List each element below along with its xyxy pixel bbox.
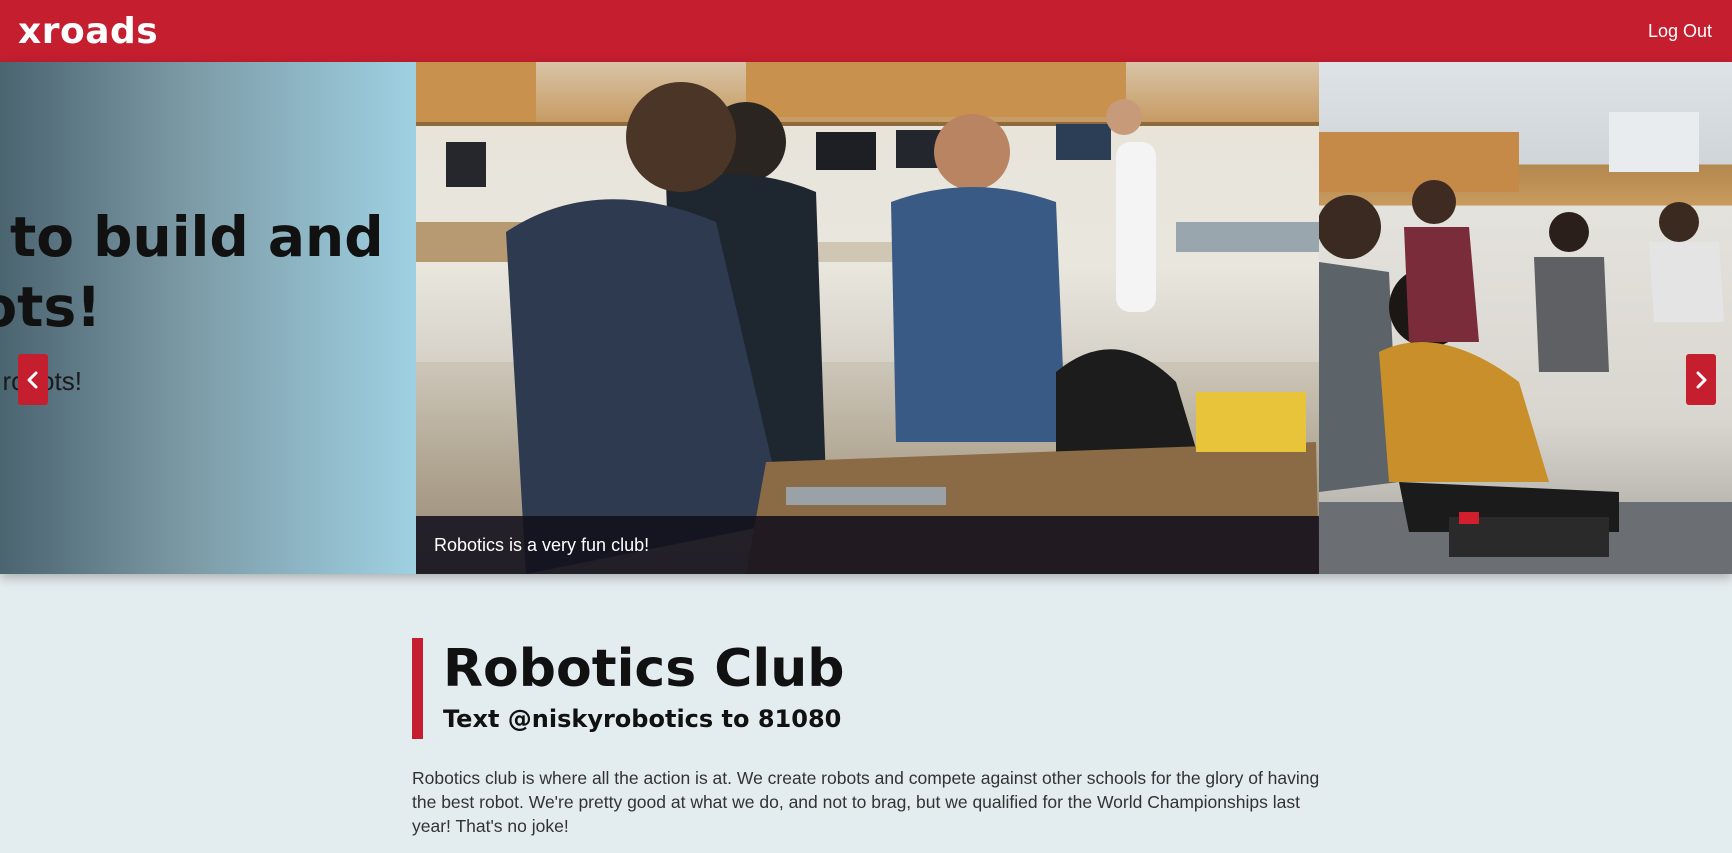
carousel-slide-photo-next — [1319, 62, 1732, 574]
club-title: Robotics Club — [443, 639, 845, 699]
slide-headline-line2: bots! — [0, 275, 102, 339]
chevron-left-icon — [27, 371, 38, 388]
club-header: Robotics Club Text @niskyrobotics to 810… — [412, 638, 845, 739]
app-logo[interactable]: xroads — [18, 11, 158, 52]
club-meeting-photo — [1319, 112, 1732, 574]
logout-link[interactable]: Log Out — [1648, 21, 1712, 42]
slide-caption-text: Robotics is a very fun club! — [434, 534, 650, 555]
top-nav-bar: xroads Log Out — [0, 0, 1732, 62]
chevron-right-icon — [1696, 371, 1707, 388]
club-description: Robotics club is where all the action is… — [412, 768, 1320, 836]
club-subtitle: Text @niskyrobotics to 81080 — [443, 705, 842, 733]
robotics-photo — [416, 62, 1319, 574]
carousel-slide-photo: Robotics is a very fun club! — [416, 62, 1319, 574]
carousel-slide-text: w to build and bots! le robots! — [0, 62, 416, 574]
slide-caption: Robotics is a very fun club! — [416, 516, 1319, 574]
carousel-prev-button[interactable] — [18, 354, 48, 405]
slide-headline: w to build and bots! — [0, 202, 400, 342]
slide-headline-line1: w to build and — [0, 205, 384, 269]
image-carousel: w to build and bots! le robots! — [0, 62, 1732, 574]
carousel-next-button[interactable] — [1686, 354, 1716, 405]
